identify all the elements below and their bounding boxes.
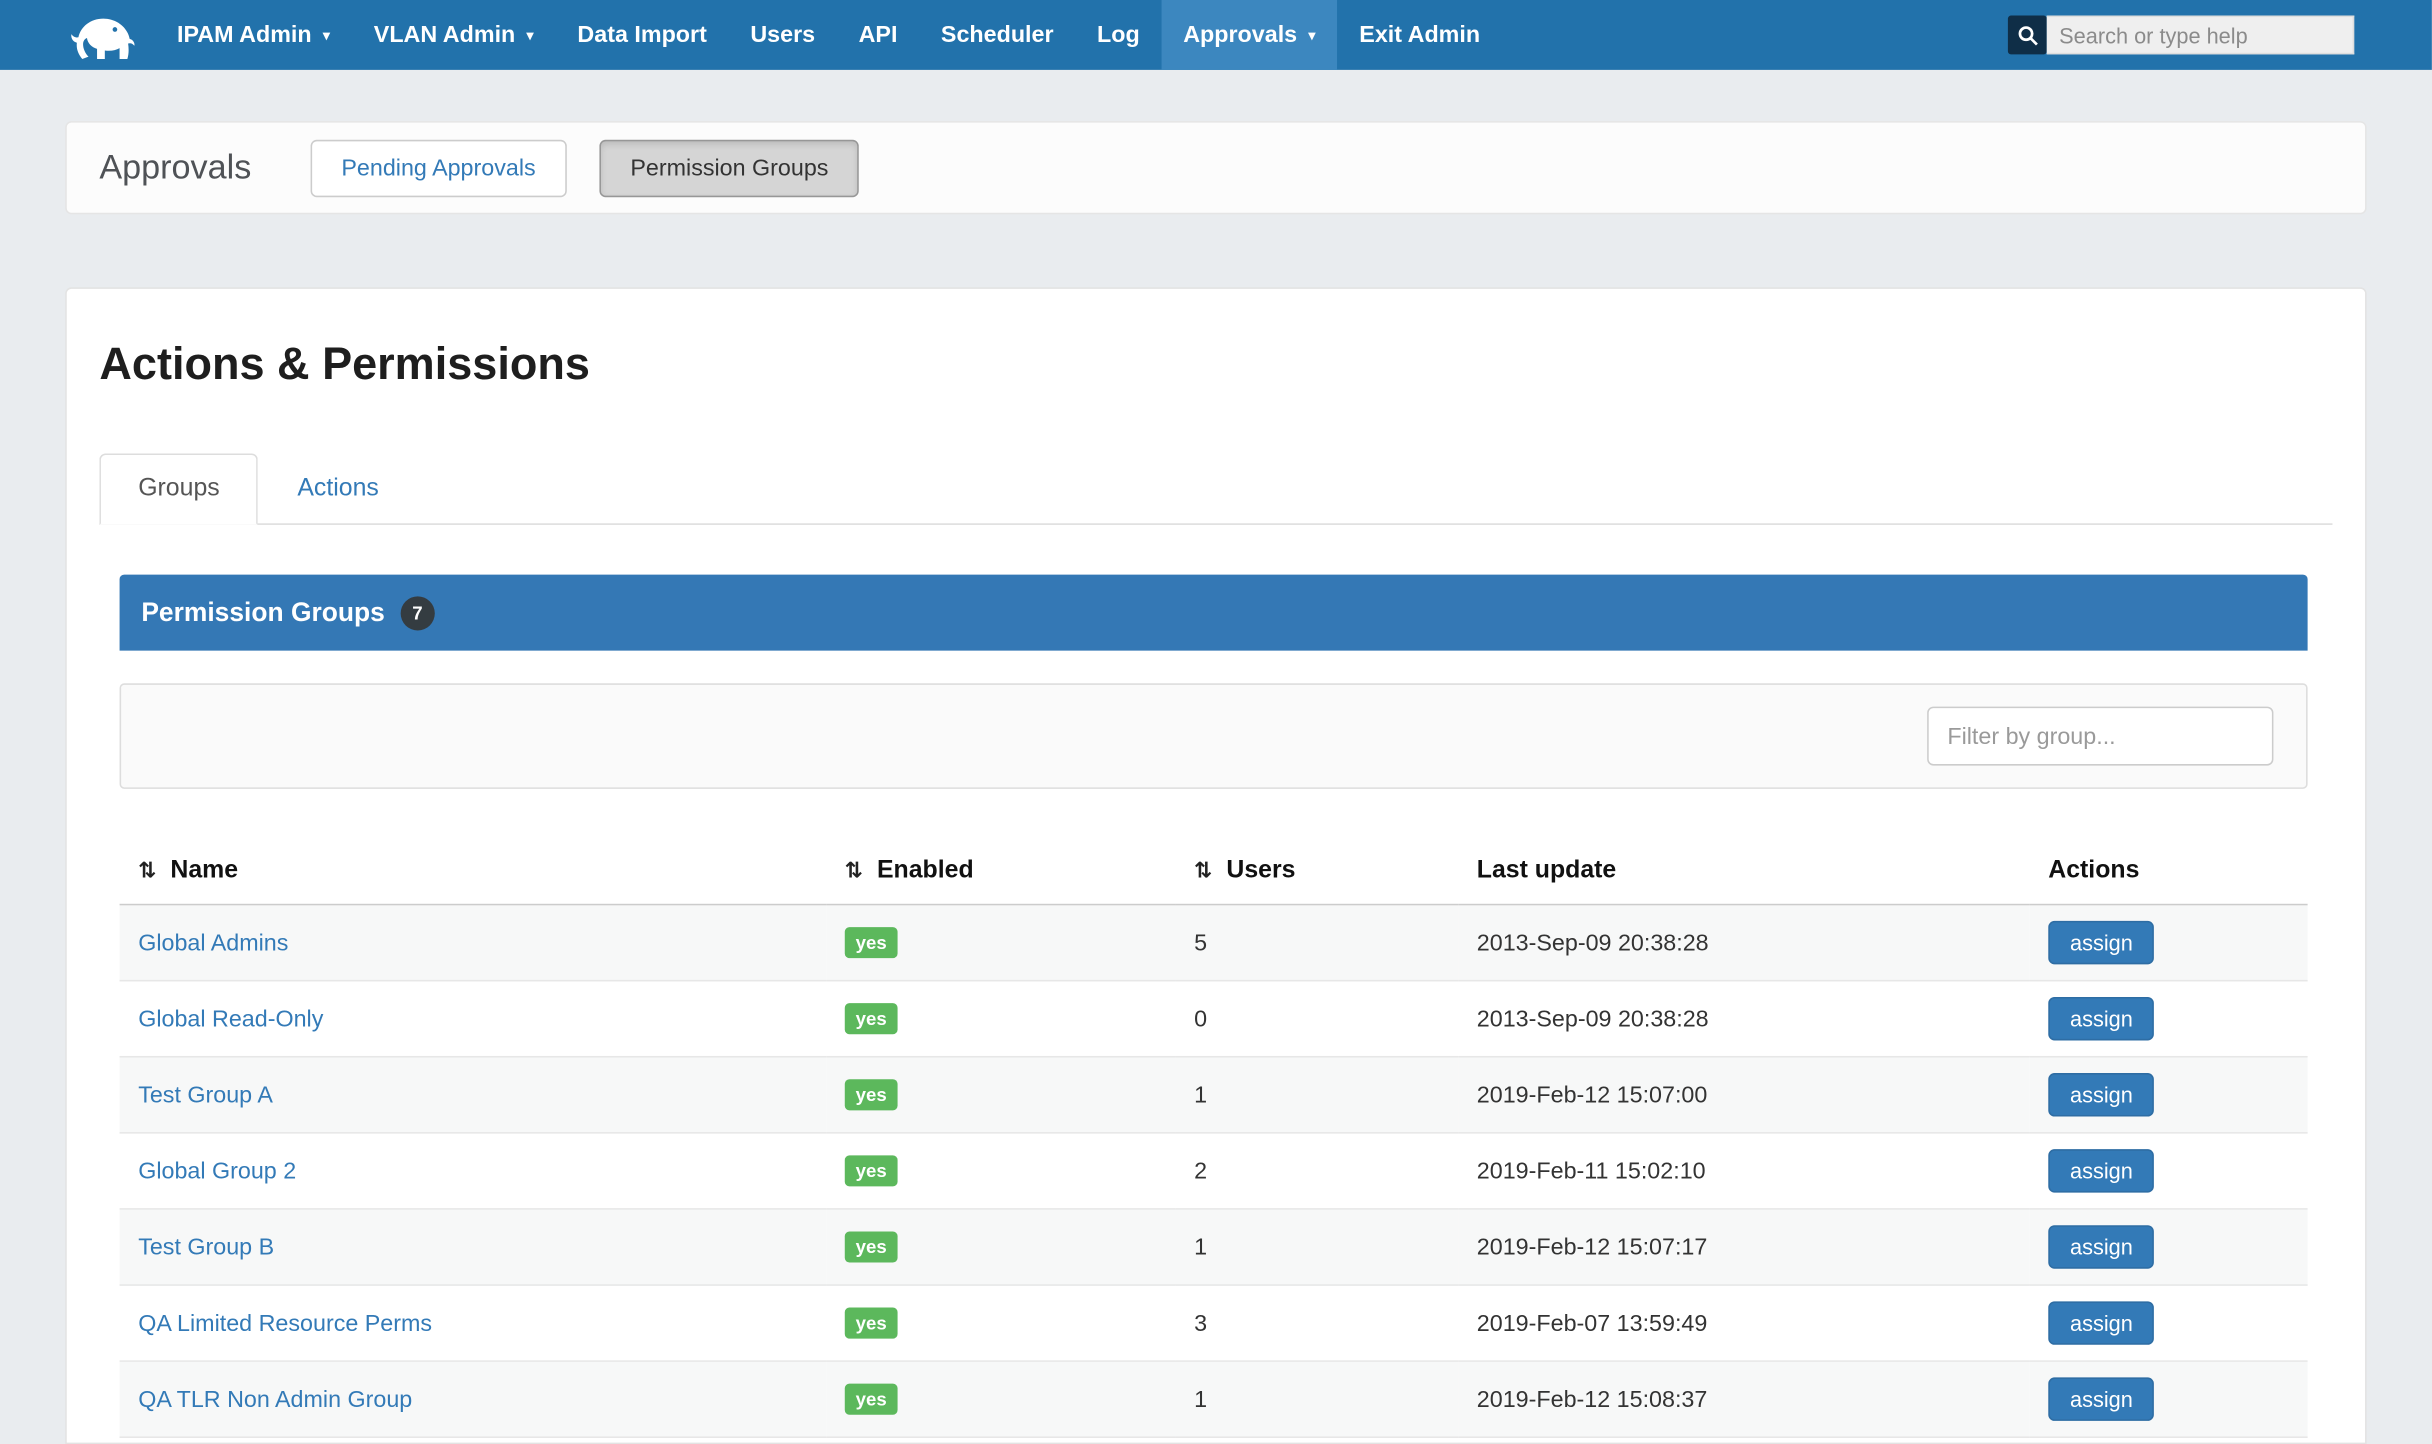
navbar-search — [2008, 0, 2354, 70]
group-count-badge: 7 — [400, 596, 434, 630]
enabled-badge: yes — [845, 927, 898, 958]
caret-down-icon: ▾ — [1308, 29, 1316, 45]
assign-button[interactable]: assign — [2048, 921, 2154, 964]
last-update: 2019-Feb-12 15:08:37 — [1458, 1361, 2029, 1437]
groups-tab-content: Permission Groups 7 ⇅Name ⇅Enabled — [120, 575, 2308, 1438]
section-title: Permission Groups — [141, 597, 385, 628]
caret-down-icon: ▾ — [526, 29, 534, 45]
enabled-badge: yes — [845, 1155, 898, 1186]
last-update: 2019-Feb-12 15:07:00 — [1458, 1057, 2029, 1133]
filter-bar — [120, 683, 2308, 789]
permission-groups-header: Permission Groups 7 — [120, 575, 2308, 651]
users-count: 2 — [1176, 1133, 1459, 1209]
nav-item-scheduler[interactable]: Scheduler — [919, 0, 1075, 70]
mammoth-logo-icon — [59, 9, 137, 62]
nav-item-label: Data Import — [577, 22, 706, 48]
nav-item-label: API — [859, 22, 898, 48]
users-count: 5 — [1176, 905, 1459, 981]
last-update: 2019-Feb-12 15:07:17 — [1458, 1209, 2029, 1285]
nav-item-data-import[interactable]: Data Import — [556, 0, 729, 70]
assign-button[interactable]: assign — [2048, 1149, 2154, 1192]
nav-item-log[interactable]: Log — [1075, 0, 1161, 70]
table-row: QA Limited Resource Perms yes 3 2019-Feb… — [120, 1285, 2308, 1361]
assign-button[interactable]: assign — [2048, 1377, 2154, 1420]
column-header-last-update: Last update — [1458, 835, 2029, 904]
column-header-name: ⇅Name — [120, 835, 827, 904]
last-update: 2013-Sep-09 20:38:28 — [1458, 981, 2029, 1057]
enabled-badge: yes — [845, 1231, 898, 1262]
search-icon[interactable] — [2008, 16, 2047, 55]
group-name-link[interactable]: QA TLR Non Admin Group — [138, 1386, 412, 1412]
users-count: 0 — [1176, 981, 1459, 1057]
users-count: 1 — [1176, 1057, 1459, 1133]
enabled-badge: yes — [845, 1079, 898, 1110]
nav-item-vlan-admin[interactable]: VLAN Admin ▾ — [352, 0, 556, 70]
group-name-link[interactable]: Test Group B — [138, 1234, 274, 1260]
nav-item-label: Log — [1097, 22, 1140, 48]
column-header-users: ⇅Users — [1176, 835, 1459, 904]
last-update: 2019-Feb-11 15:02:10 — [1458, 1133, 2029, 1209]
nav-item-label: Scheduler — [941, 22, 1054, 48]
assign-button[interactable]: assign — [2048, 997, 2154, 1040]
nav-menu: IPAM Admin ▾ VLAN Admin ▾ Data Import Us… — [155, 0, 1502, 70]
group-name-link[interactable]: QA Limited Resource Perms — [138, 1310, 432, 1336]
sort-icon[interactable]: ⇅ — [1194, 857, 1212, 882]
tab-bar: Groups Actions — [99, 453, 2332, 524]
table-row: Global Read-Only yes 0 2013-Sep-09 20:38… — [120, 981, 2308, 1057]
assign-button[interactable]: assign — [2048, 1225, 2154, 1268]
nav-item-ipam-admin[interactable]: IPAM Admin ▾ — [155, 0, 352, 70]
table-row: QA TLR Non Admin Group yes 1 2019-Feb-12… — [120, 1361, 2308, 1437]
nav-item-exit-admin[interactable]: Exit Admin — [1338, 0, 1502, 70]
tab-actions[interactable]: Actions — [259, 453, 418, 524]
nav-item-label: VLAN Admin — [374, 22, 515, 48]
phpipam-logo[interactable] — [0, 0, 155, 70]
assign-button[interactable]: assign — [2048, 1301, 2154, 1344]
nav-item-label: Exit Admin — [1359, 22, 1480, 48]
filter-group-input[interactable] — [1927, 707, 2273, 766]
permission-groups-button[interactable]: Permission Groups — [599, 139, 859, 196]
top-navbar: IPAM Admin ▾ VLAN Admin ▾ Data Import Us… — [0, 0, 2432, 70]
last-update: 2019-Feb-07 13:59:49 — [1458, 1285, 2029, 1361]
users-count: 1 — [1176, 1361, 1459, 1437]
nav-item-label: Users — [750, 22, 815, 48]
table-header-row: ⇅Name ⇅Enabled ⇅Users Last update Action… — [120, 835, 2308, 904]
table-row: Global Group 2 yes 2 2019-Feb-11 15:02:1… — [120, 1133, 2308, 1209]
pending-approvals-button[interactable]: Pending Approvals — [310, 139, 566, 196]
group-name-link[interactable]: Global Group 2 — [138, 1158, 296, 1184]
column-header-actions: Actions — [2030, 835, 2308, 904]
panel-title: Actions & Permissions — [99, 340, 2332, 391]
tab-groups[interactable]: Groups — [99, 453, 258, 524]
users-count: 1 — [1176, 1209, 1459, 1285]
approvals-header-card: Approvals Pending Approvals Permission G… — [65, 121, 2366, 214]
users-count: 3 — [1176, 1285, 1459, 1361]
enabled-badge: yes — [845, 1384, 898, 1415]
enabled-badge: yes — [845, 1003, 898, 1034]
assign-button[interactable]: assign — [2048, 1073, 2154, 1116]
group-name-link[interactable]: Test Group A — [138, 1082, 273, 1108]
nav-item-users[interactable]: Users — [729, 0, 837, 70]
table-row: Global Admins yes 5 2013-Sep-09 20:38:28… — [120, 905, 2308, 981]
table-row: Test Group B yes 1 2019-Feb-12 15:07:17 … — [120, 1209, 2308, 1285]
column-header-enabled: ⇅Enabled — [826, 835, 1175, 904]
nav-item-api[interactable]: API — [837, 0, 919, 70]
search-input[interactable] — [2047, 16, 2354, 55]
page-title: Approvals — [99, 148, 251, 188]
enabled-badge: yes — [845, 1308, 898, 1339]
group-name-link[interactable]: Global Read-Only — [138, 1006, 323, 1032]
nav-item-approvals[interactable]: Approvals ▾ — [1161, 0, 1337, 70]
permission-groups-table: ⇅Name ⇅Enabled ⇅Users Last update Action… — [120, 835, 2308, 1438]
actions-permissions-panel: Actions & Permissions Groups Actions Per… — [65, 287, 2366, 1444]
table-row: Test Group A yes 1 2019-Feb-12 15:07:00 … — [120, 1057, 2308, 1133]
nav-item-label: IPAM Admin — [177, 22, 312, 48]
sort-icon[interactable]: ⇅ — [138, 857, 156, 882]
last-update: 2013-Sep-09 20:38:28 — [1458, 905, 2029, 981]
page: IPAM Admin ▾ VLAN Admin ▾ Data Import Us… — [0, 0, 2432, 1396]
group-name-link[interactable]: Global Admins — [138, 929, 288, 955]
nav-item-label: Approvals — [1183, 22, 1297, 48]
caret-down-icon: ▾ — [322, 29, 330, 45]
sort-icon[interactable]: ⇅ — [845, 857, 863, 882]
